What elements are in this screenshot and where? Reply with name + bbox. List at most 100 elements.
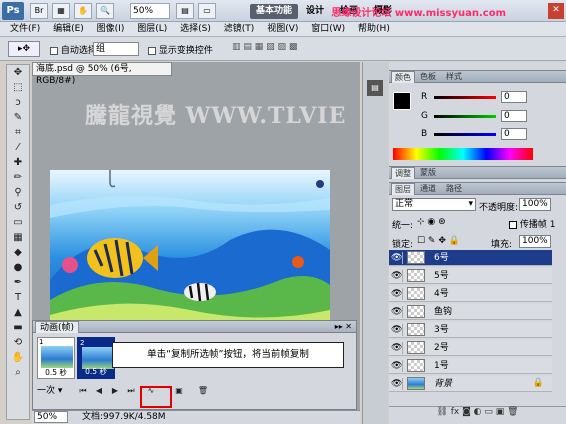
blue-slider[interactable] [434,133,496,136]
status-zoom-field[interactable]: 50% [34,411,68,423]
crop-tool-icon[interactable]: ⌗ [7,125,29,140]
red-slider[interactable] [434,96,496,99]
document-size[interactable]: 文档:997.9K/4.58M [82,411,166,424]
show-transform-checkbox[interactable]: 显示变换控件 [148,43,213,56]
mini-bridge-icon[interactable]: ▤ [367,80,383,96]
type-tool-icon[interactable]: T [7,290,29,305]
green-slider[interactable] [434,115,496,118]
lock-buttons[interactable]: ☐ ✎ ✥ 🔒 [417,236,467,246]
arrange-documents-icon[interactable]: ▤ [176,3,194,19]
play-icon[interactable]: ▶ [109,385,121,397]
menu-select[interactable]: 选择(S) [180,22,211,37]
layer-row-4[interactable]: 👁 4号 [389,286,552,302]
menu-layer[interactable]: 图层(L) [137,22,167,37]
menu-help[interactable]: 帮助(H) [358,22,390,37]
eye-icon[interactable]: 👁 [391,270,403,282]
next-frame-icon[interactable]: ⏭ [125,385,137,397]
layer-panel-footer-buttons[interactable]: ⛓ fx ◙ ◐ ▭ ▣ 🗑 [389,406,566,420]
green-value[interactable]: 0 [501,110,527,122]
layer-row-6[interactable]: 👁 6号 [389,250,552,266]
menu-edit[interactable]: 编辑(E) [53,22,84,37]
history-brush-tool-icon[interactable]: ↺ [7,200,29,215]
pen-tool-icon[interactable]: ✒ [7,275,29,290]
blue-value[interactable]: 0 [501,128,527,140]
eyedropper-tool-icon[interactable]: ⁄ [7,140,29,155]
layer-row-1[interactable]: 👁 1号 [389,358,552,374]
first-frame-icon[interactable]: ⏮ [77,385,89,397]
tab-channels[interactable]: 通道 [417,183,439,195]
eraser-tool-icon[interactable]: ▭ [7,215,29,230]
propagate-frame-checkbox[interactable]: 传播帧 1 [509,217,555,230]
layer-row-5[interactable]: 👁 5号 [389,268,552,284]
eye-icon[interactable]: 👁 [391,324,403,336]
workspace-basic-button[interactable]: 基本功能 [250,4,298,19]
document-tab[interactable]: 海底.psd @ 50% (6号, RGB/8#) [32,62,172,86]
frame-delay[interactable]: 0.5 秒 [79,367,113,377]
close-window-icon[interactable]: ✕ [548,3,564,19]
layer-row-3[interactable]: 👁 3号 [389,322,552,338]
previous-frame-icon[interactable]: ◀ [93,385,105,397]
tab-swatches[interactable]: 色板 [417,71,439,83]
layer-row-background[interactable]: 👁 背景 🔒 [389,376,552,392]
unify-buttons[interactable]: ⊹ ◉ ⊛ [417,217,457,227]
tab-paths[interactable]: 路径 [443,183,465,195]
tab-styles[interactable]: 样式 [443,71,465,83]
eye-icon[interactable]: 👁 [391,342,403,354]
blur-tool-icon[interactable]: ◆ [7,245,29,260]
marquee-tool-icon[interactable]: ⬚ [7,80,29,95]
gradient-tool-icon[interactable]: ▦ [7,230,29,245]
tab-color[interactable]: 颜色 [391,71,415,83]
zoom-tool-icon[interactable]: 🔍 [96,3,114,19]
tab-animation-frames[interactable]: 动画(帧) [35,321,80,333]
3d-tool-icon[interactable]: ⟲ [7,335,29,350]
shape-tool-icon[interactable]: ▬ [7,320,29,335]
layer-row-2[interactable]: 👁 2号 [389,340,552,356]
layer-row-hook[interactable]: 👁 鱼钩 [389,304,552,320]
workspace-design-button[interactable]: 设计 [306,4,324,19]
foreground-color-swatch[interactable] [393,92,411,110]
quick-select-tool-icon[interactable]: ✎ [7,110,29,125]
tab-masks[interactable]: 蒙版 [417,167,439,179]
animation-frame-1[interactable]: 1 0.5 秒 [37,337,75,379]
eye-icon[interactable]: 👁 [391,288,403,300]
red-value[interactable]: 0 [501,91,527,103]
eye-icon[interactable]: 👁 [391,378,403,390]
hand-tool-icon[interactable]: ✋ [7,350,29,365]
frame-delay[interactable]: 0.5 秒 [38,368,74,378]
healing-tool-icon[interactable]: ✚ [7,155,29,170]
tab-adjustments[interactable]: 调整 [391,167,415,179]
menu-window[interactable]: 窗口(W) [311,22,345,37]
animation-frame-2[interactable]: 2 0.5 秒 [77,337,115,379]
clone-stamp-tool-icon[interactable]: ⚲ [7,185,29,200]
delete-frame-icon[interactable]: 🗑 [197,385,209,397]
screen-mode-icon[interactable]: ▭ [198,3,216,19]
loop-option-dropdown[interactable]: 一次 ▾ [37,385,67,397]
align-buttons-group[interactable]: ▥ ▤ ▦ ▧ ▨ ▩ [232,42,352,56]
eye-icon[interactable]: 👁 [391,306,403,318]
color-spectrum-bar[interactable] [393,148,533,160]
zoom-tool-icon[interactable]: ⌕ [7,365,29,380]
bridge-icon[interactable]: Br [30,3,48,19]
move-tool-preset-icon[interactable]: ▸✥ [8,41,40,57]
tab-layers[interactable]: 图层 [391,183,415,195]
menu-image[interactable]: 图像(I) [97,22,125,37]
menu-view[interactable]: 视图(V) [267,22,298,37]
canvas-image[interactable] [50,170,330,330]
zoom-level-field[interactable]: 50% [130,3,170,19]
brush-tool-icon[interactable]: ✏ [7,170,29,185]
panel-collapse-icon[interactable]: ▸▸ ✕ [335,321,352,332]
eye-icon[interactable]: 👁 [391,252,403,264]
dodge-tool-icon[interactable]: ● [7,260,29,275]
opacity-field[interactable]: 100% [519,198,551,211]
path-select-tool-icon[interactable]: ▲ [7,305,29,320]
menu-filter[interactable]: 滤镜(T) [224,22,255,37]
eye-icon[interactable]: 👁 [391,360,403,372]
hand-tool-icon[interactable]: ✋ [74,3,92,19]
blend-mode-dropdown[interactable]: 正常 ▾ [392,198,476,211]
fill-field[interactable]: 100% [519,235,551,248]
duplicate-frame-icon[interactable]: ▣ [173,385,185,397]
lasso-tool-icon[interactable]: ↄ [7,95,29,110]
auto-select-dropdown[interactable]: 组 [93,42,139,56]
view-extras-icon[interactable]: ▦ [52,3,70,19]
menu-file[interactable]: 文件(F) [10,22,40,37]
